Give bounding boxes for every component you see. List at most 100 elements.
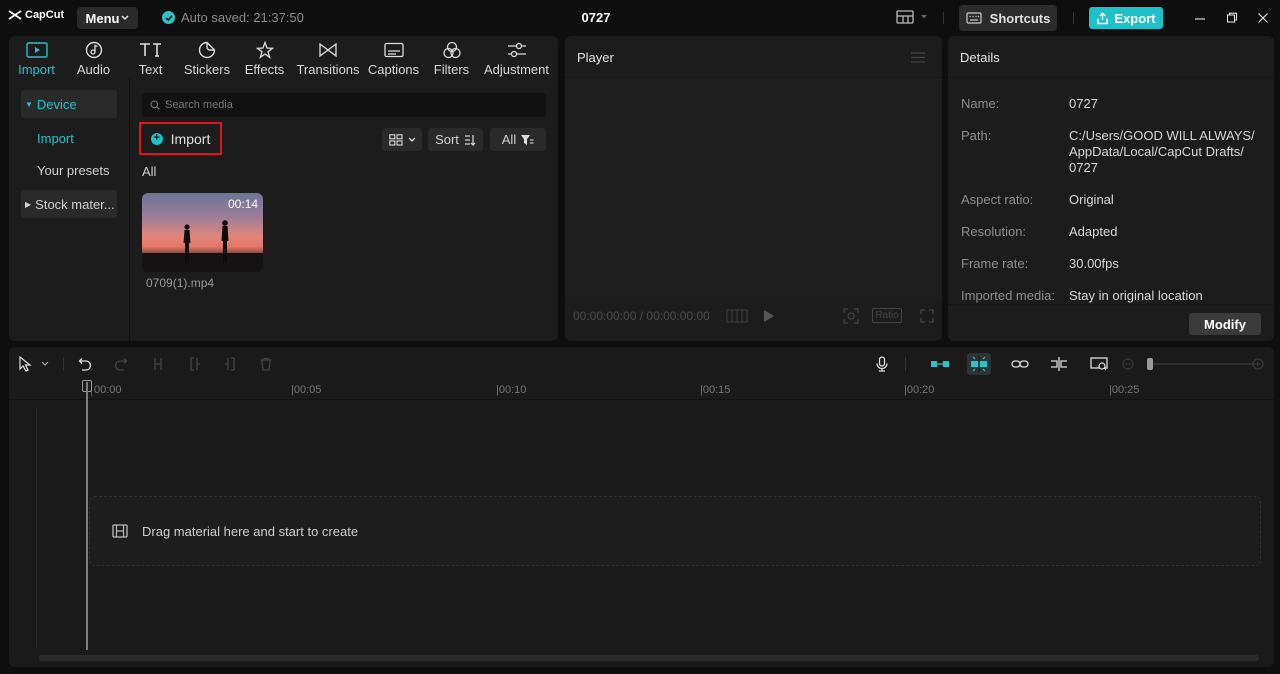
details-title: Details <box>960 50 1000 65</box>
detail-value: Stay in original location <box>1069 288 1203 303</box>
detail-label: Name: <box>961 96 1000 111</box>
tab-text[interactable]: Text <box>123 36 178 78</box>
delete-right-button[interactable] <box>221 355 239 373</box>
details-header: Details <box>948 36 1274 78</box>
sidebar-item-presets[interactable]: Your presets <box>21 156 117 184</box>
detail-label: Resolution: <box>961 224 1027 239</box>
sidebar-item-device[interactable]: ▼ Device <box>21 90 117 118</box>
ratio-button[interactable]: Ratio <box>872 308 902 323</box>
link-button[interactable] <box>1010 355 1030 373</box>
fit-icon[interactable] <box>843 308 859 324</box>
menu-button[interactable]: Menu <box>77 7 138 29</box>
fullscreen-icon[interactable] <box>920 309 934 323</box>
shortcuts-button[interactable]: Shortcuts <box>959 5 1057 31</box>
sort-icon <box>464 134 476 146</box>
search-input[interactable]: Search media <box>142 93 546 117</box>
tab-label: Import <box>18 62 55 77</box>
ruler-tick: |00:15 <box>700 384 731 396</box>
tab-transitions[interactable]: Transitions <box>293 36 363 78</box>
modify-button[interactable]: Modify <box>1189 313 1261 335</box>
filter-button[interactable]: All <box>490 128 546 151</box>
layout-icon <box>896 10 914 24</box>
close-button[interactable] <box>1255 10 1271 26</box>
detail-value: 30.00fps <box>1069 256 1119 271</box>
detail-value: Original <box>1069 192 1114 207</box>
menu-icon[interactable] <box>911 52 925 63</box>
export-icon <box>1097 11 1109 24</box>
select-tool-button[interactable] <box>16 355 34 373</box>
zoom-slider-track[interactable] <box>1151 363 1255 365</box>
trash-icon <box>260 357 272 371</box>
thumbnail-preview-button[interactable] <box>1089 355 1109 373</box>
title-bar: CapCut Menu Auto saved: 21:37:50 0727 Sh… <box>0 0 1280 36</box>
search-icon <box>150 100 160 110</box>
media-tabs: Import Audio Text Stickers Effects Trans… <box>9 36 558 78</box>
split-icon <box>154 358 162 370</box>
link-icon <box>1011 360 1029 368</box>
maximize-button[interactable] <box>1224 10 1240 26</box>
timeline-ruler[interactable]: 00:00 |00:05 |00:10 |00:15 |00:20 |00:25 <box>9 380 1274 400</box>
magnetic-main-track-toggle[interactable] <box>928 355 952 373</box>
sidebar-item-import[interactable]: Import <box>21 124 117 152</box>
play-icon[interactable] <box>763 309 775 323</box>
import-button[interactable]: + Import <box>139 122 222 155</box>
track-gutter <box>36 407 37 647</box>
tab-captions[interactable]: Captions <box>363 36 424 78</box>
divider <box>943 12 944 24</box>
tab-import[interactable]: Import <box>9 36 64 78</box>
tab-stickers[interactable]: Stickers <box>178 36 236 78</box>
minimize-button[interactable] <box>1192 10 1208 26</box>
caret-down-icon: ▼ <box>25 99 33 109</box>
captions-icon <box>383 40 404 60</box>
export-label: Export <box>1114 10 1156 26</box>
player-viewport <box>565 78 942 298</box>
auto-snap-toggle[interactable] <box>967 353 991 375</box>
media-filename: 0709(1).mp4 <box>146 276 215 290</box>
search-placeholder: Search media <box>165 99 233 111</box>
autosave-text: Auto saved: 21:37:50 <box>181 10 304 25</box>
delete-button[interactable] <box>257 355 275 373</box>
split-button[interactable] <box>149 355 167 373</box>
timeline-scrollbar[interactable] <box>39 655 1259 661</box>
playhead[interactable] <box>86 382 88 650</box>
text-icon <box>139 40 163 60</box>
zoom-in-button[interactable] <box>1250 355 1266 373</box>
undo-button[interactable] <box>76 355 94 373</box>
snap-icon <box>971 356 987 372</box>
timeline-dropzone[interactable]: Drag material here and start to create <box>89 496 1261 566</box>
tab-filters[interactable]: Filters <box>424 36 479 78</box>
magnet-icon <box>931 361 949 367</box>
media-sidebar: ▼ Device Import Your presets ▶ Stock mat… <box>9 78 130 341</box>
tab-effects[interactable]: Effects <box>236 36 293 78</box>
media-thumbnail[interactable]: 00:14 <box>142 193 263 272</box>
keyboard-icon <box>966 12 982 24</box>
tab-audio[interactable]: Audio <box>64 36 123 78</box>
menu-label: Menu <box>85 10 120 26</box>
delete-left-button[interactable] <box>186 355 204 373</box>
sidebar-item-stock[interactable]: ▶ Stock mater... <box>21 190 117 218</box>
zoom-out-button[interactable] <box>1120 355 1136 373</box>
redo-button[interactable] <box>112 355 130 373</box>
filters-icon <box>442 40 462 60</box>
tab-label: Effects <box>244 62 285 77</box>
export-button[interactable]: Export <box>1089 7 1163 29</box>
record-audio-button[interactable] <box>873 355 891 373</box>
shortcuts-label: Shortcuts <box>989 10 1051 26</box>
sort-label: Sort <box>435 132 459 147</box>
player-controls: 00:00:00:00 / 00:00:00:00 Ratio <box>565 298 942 341</box>
microphone-icon <box>876 356 888 372</box>
tab-adjustment[interactable]: Adjustment <box>479 36 554 78</box>
autosave-status: Auto saved: 21:37:50 <box>162 10 304 25</box>
import-label: Import <box>170 130 211 147</box>
preview-axis-button[interactable] <box>1049 355 1069 373</box>
view-mode-button[interactable] <box>382 128 422 151</box>
player-title: Player <box>577 50 614 65</box>
divider <box>1073 12 1074 24</box>
select-tool-dropdown[interactable] <box>39 355 51 373</box>
zoom-slider-handle[interactable] <box>1147 358 1153 370</box>
waveform-icon[interactable] <box>726 309 748 323</box>
detail-value: Adapted <box>1069 224 1118 239</box>
layout-button[interactable] <box>896 10 928 24</box>
sort-button[interactable]: Sort <box>428 128 483 151</box>
sidebar-item-label: Your presets <box>37 162 110 178</box>
